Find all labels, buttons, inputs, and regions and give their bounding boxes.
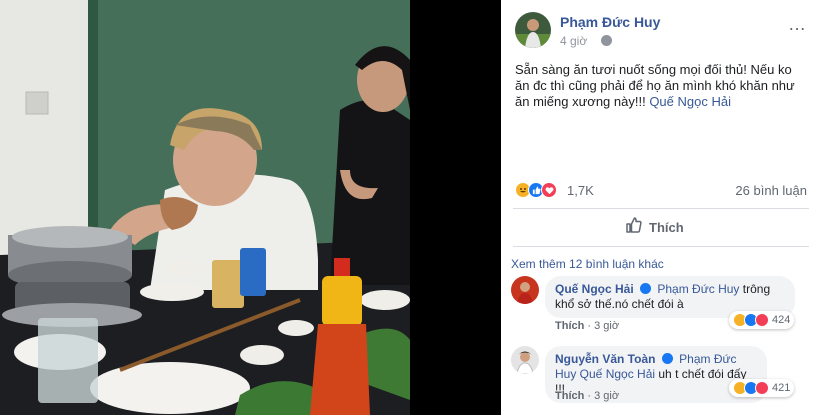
comment: Nguyễn Văn Toàn Phạm Đức Huy Quế Ngọc Hả… — [511, 346, 811, 406]
reaction-summary[interactable]: 1,7K 26 bình luận — [515, 180, 807, 200]
comment-actions: Thích · 3 giờ — [555, 390, 620, 402]
comment-count[interactable]: 26 bình luận — [735, 183, 807, 198]
comment-author[interactable]: Quế Ngọc Hải — [555, 282, 634, 296]
comment-actions: Thích · 3 giờ — [555, 320, 620, 332]
like-button[interactable]: Thích — [625, 216, 684, 238]
divider — [513, 246, 809, 247]
more-icon[interactable]: … — [788, 14, 806, 35]
like-label: Thích — [649, 219, 684, 235]
author-avatar[interactable] — [515, 12, 551, 48]
commenter-avatar[interactable] — [511, 276, 539, 304]
comment-reaction-count: 424 — [772, 314, 791, 326]
comment-time[interactable]: 3 giờ — [594, 390, 619, 402]
comment-mention[interactable]: Phạm Đức Huy — [657, 282, 739, 296]
post-message: Sẵn sàng ăn tươi nuốt sống mọi đối thủ! … — [515, 62, 805, 110]
post-viewer: Phạm Đức Huy 4 giờ … Sẵn sàng ăn tươi nu… — [0, 0, 821, 415]
comment-reactions[interactable]: 421 — [729, 379, 795, 397]
love-icon — [755, 381, 769, 395]
comment-reactions[interactable]: 424 — [729, 311, 795, 329]
comment — [511, 406, 811, 415]
comment-like-link[interactable]: Thích — [555, 320, 584, 332]
post-details: Phạm Đức Huy 4 giờ … Sẵn sàng ăn tươi nu… — [501, 0, 821, 415]
verified-icon — [661, 353, 673, 364]
comment-reaction-count: 421 — [772, 382, 791, 394]
reaction-count[interactable]: 1,7K — [567, 183, 594, 198]
comment-like-link[interactable]: Thích — [555, 390, 584, 402]
author-name[interactable]: Phạm Đức Huy — [560, 14, 660, 30]
post-header: Phạm Đức Huy 4 giờ … — [515, 12, 815, 48]
comment-time[interactable]: 3 giờ — [594, 320, 619, 332]
divider — [513, 208, 809, 209]
love-icon — [541, 182, 557, 198]
comment-author[interactable]: Nguyễn Văn Toàn — [555, 352, 655, 366]
love-icon — [755, 313, 769, 327]
photo-frame — [0, 0, 501, 415]
post-mention[interactable]: Quế Ngọc Hải — [649, 94, 731, 109]
reaction-icons — [515, 182, 565, 198]
verified-icon — [640, 283, 652, 294]
globe-icon — [601, 35, 612, 46]
thumbs-up-icon — [625, 216, 643, 239]
commenter-avatar[interactable] — [511, 346, 539, 374]
post-photo[interactable] — [0, 0, 410, 415]
view-more-comments-link[interactable]: Xem thêm 12 bình luận khác — [511, 257, 664, 271]
comment: Quế Ngọc Hải Phạm Đức Huy trông khổ sở t… — [511, 276, 811, 338]
post-time[interactable]: 4 giờ — [560, 34, 587, 48]
